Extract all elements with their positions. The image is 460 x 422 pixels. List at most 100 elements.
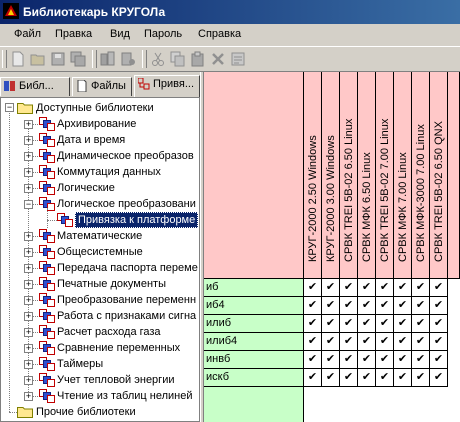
binding-check[interactable]: ✔ (376, 333, 394, 351)
binding-check[interactable]: ✔ (394, 351, 412, 369)
binding-check[interactable]: ✔ (430, 369, 448, 387)
expand-toggle[interactable]: + (24, 136, 33, 145)
binding-check[interactable]: ✔ (358, 315, 376, 333)
tree-root[interactable]: − Доступные библиотеки (1, 100, 199, 116)
binding-check[interactable]: ✔ (304, 333, 322, 351)
binding-check[interactable]: ✔ (358, 333, 376, 351)
expand-toggle[interactable]: + (24, 280, 33, 289)
binding-check[interactable]: ✔ (376, 297, 394, 315)
binding-check[interactable]: ✔ (394, 333, 412, 351)
library-tree[interactable]: − Доступные библиотеки + Архивирование + Дата… (0, 97, 200, 422)
properties-icon[interactable] (230, 51, 246, 67)
tree-item[interactable]: + Таймеры (1, 356, 199, 372)
row-header[interactable]: иб4 (204, 297, 304, 315)
menu-password[interactable]: Пароль (144, 28, 182, 40)
tree-item[interactable]: + Дата и время (1, 132, 199, 148)
binding-check[interactable]: ✔ (430, 333, 448, 351)
binding-check[interactable]: ✔ (430, 297, 448, 315)
binding-check[interactable]: ✔ (430, 315, 448, 333)
binding-check[interactable]: ✔ (322, 297, 340, 315)
binding-check[interactable]: ✔ (322, 315, 340, 333)
expand-toggle[interactable]: + (24, 120, 33, 129)
tree-item[interactable]: + Чтение из таблиц нелиней (1, 388, 199, 404)
binding-check[interactable]: ✔ (304, 351, 322, 369)
binding-check[interactable]: ✔ (322, 333, 340, 351)
delete-icon[interactable] (210, 51, 226, 67)
binding-check[interactable]: ✔ (394, 297, 412, 315)
binding-check[interactable]: ✔ (394, 315, 412, 333)
column-header[interactable]: СРВК МФК-3000 7.00 Linux (412, 72, 430, 279)
binding-check[interactable]: ✔ (358, 279, 376, 297)
collapse-toggle[interactable]: − (24, 200, 33, 209)
column-header[interactable]: СРВК TREI 5B-02 7.00 Linux (376, 72, 394, 279)
column-header[interactable]: КРУГ-2000 3.00 Windows (322, 72, 340, 279)
paste-icon[interactable] (190, 51, 206, 67)
binding-check[interactable]: ✔ (322, 351, 340, 369)
binding-check[interactable]: ✔ (376, 369, 394, 387)
copy-icon[interactable] (170, 51, 186, 67)
tab-bindings[interactable]: Привя... (134, 75, 200, 97)
expand-toggle[interactable]: + (24, 232, 33, 241)
binding-check[interactable]: ✔ (340, 369, 358, 387)
tree-item[interactable]: + Преобразование переменн (1, 292, 199, 308)
tree-item[interactable]: + Работа с признаками сигна (1, 308, 199, 324)
new-icon[interactable] (10, 51, 26, 67)
binding-check[interactable]: ✔ (376, 315, 394, 333)
binding-check[interactable]: ✔ (412, 297, 430, 315)
expand-toggle[interactable]: + (24, 152, 33, 161)
binding-check[interactable]: ✔ (394, 369, 412, 387)
menu-file[interactable]: Файл (14, 28, 41, 40)
row-header[interactable]: искб (204, 369, 304, 387)
expand-toggle[interactable]: + (24, 328, 33, 337)
cut-icon[interactable] (150, 51, 166, 67)
binding-check[interactable]: ✔ (430, 351, 448, 369)
row-header[interactable]: иб (204, 279, 304, 297)
row-header[interactable]: илиб4 (204, 333, 304, 351)
menu-view[interactable]: Вид (110, 28, 130, 40)
binding-check[interactable]: ✔ (376, 351, 394, 369)
tree-item[interactable]: + Коммутация данных (1, 164, 199, 180)
binding-check[interactable]: ✔ (376, 279, 394, 297)
menu-help[interactable]: Справка (198, 28, 241, 40)
tree-item[interactable]: Привязка к платформе (1, 212, 199, 228)
column-header[interactable]: СРВК TREI 5B-02 6.50 QNX (430, 72, 448, 279)
tree-item[interactable]: + Сравнение переменных (1, 340, 199, 356)
binding-check[interactable]: ✔ (412, 333, 430, 351)
binding-check[interactable]: ✔ (322, 279, 340, 297)
save-all-icon[interactable] (70, 51, 86, 67)
binding-check[interactable]: ✔ (412, 279, 430, 297)
binding-check[interactable]: ✔ (340, 315, 358, 333)
binding-check[interactable]: ✔ (412, 351, 430, 369)
column-header[interactable]: СРВК TREI 5B-02 6.50 Linux (340, 72, 358, 279)
tree-item[interactable]: + Учет тепловой энергии (1, 372, 199, 388)
menu-edit[interactable]: Правка (55, 28, 92, 40)
column-header[interactable]: СРВК МФК 7.00 Linux (394, 72, 412, 279)
expand-toggle[interactable]: + (24, 360, 33, 369)
tree-item[interactable]: + Расчет расхода газа (1, 324, 199, 340)
binding-check[interactable]: ✔ (322, 369, 340, 387)
tree-item[interactable]: + Динамическое преобразов (1, 148, 199, 164)
binding-check[interactable]: ✔ (412, 315, 430, 333)
binding-check[interactable]: ✔ (304, 297, 322, 315)
binding-check[interactable]: ✔ (340, 351, 358, 369)
tree-item[interactable]: + Передача паспорта переме (1, 260, 199, 276)
binding-check[interactable]: ✔ (340, 279, 358, 297)
binding-check[interactable]: ✔ (394, 279, 412, 297)
binding-check[interactable]: ✔ (430, 279, 448, 297)
tree-item[interactable]: + Логические (1, 180, 199, 196)
expand-toggle[interactable]: + (24, 264, 33, 273)
tab-libraries[interactable]: Библ... (0, 77, 70, 96)
library-settings-icon[interactable] (120, 51, 136, 67)
binding-check[interactable]: ✔ (304, 315, 322, 333)
expand-toggle[interactable]: + (24, 376, 33, 385)
binding-check[interactable]: ✔ (304, 369, 322, 387)
tab-files[interactable]: Файлы (72, 77, 132, 96)
expand-toggle[interactable]: + (24, 344, 33, 353)
expand-toggle[interactable]: + (24, 168, 33, 177)
column-header[interactable]: КРУГ-2000 2.50 Windows (304, 72, 322, 279)
expand-toggle[interactable]: + (24, 248, 33, 257)
tree-item[interactable]: + Архивирование (1, 116, 199, 132)
collapse-toggle[interactable]: − (5, 103, 14, 112)
tree-item[interactable]: + Печатные документы (1, 276, 199, 292)
save-icon[interactable] (50, 51, 66, 67)
